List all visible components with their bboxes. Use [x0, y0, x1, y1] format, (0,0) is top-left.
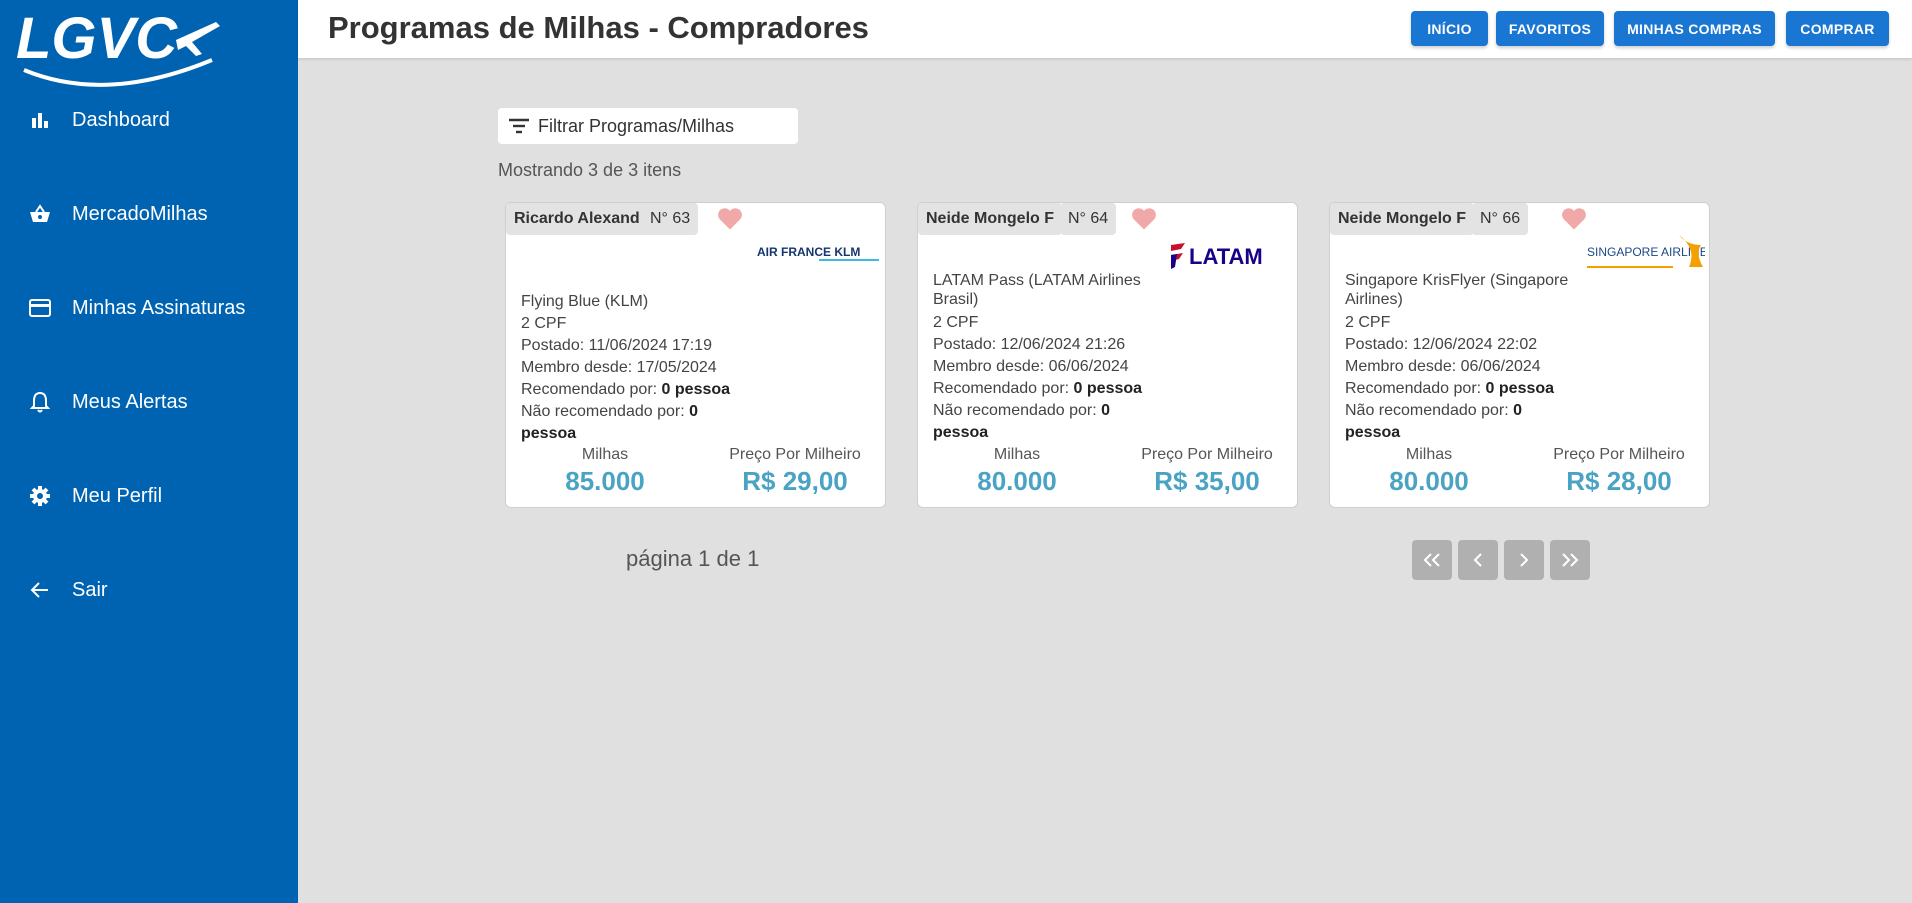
recommended-row: Recomendado por: 0 pessoa: [521, 381, 731, 398]
program-name: LATAM Pass (LATAM Airlines Brasil): [933, 272, 1141, 308]
page-indicator: página 1 de 1: [626, 546, 760, 571]
recommended-row: Recomendado por: 0 pessoa: [933, 380, 1143, 397]
prev-page-button[interactable]: [1458, 540, 1498, 580]
cpf-count: 2 CPF: [1345, 314, 1391, 331]
logo-text: SINGAPORE AIRLINES: [1587, 245, 1705, 259]
recommended-row: Recomendado por: 0 pessoa: [1345, 380, 1555, 397]
prev-page-icon: [1473, 553, 1482, 567]
sidebar: LGVC Dashboard MercadoMilhas Minhas Assi…: [0, 0, 298, 903]
sidebar-item-label: Dashboard: [72, 108, 170, 131]
next-page-icon: [1520, 553, 1529, 567]
seller-name: Neide Mongelo F: [1330, 203, 1474, 235]
page-title: Programas de Milhas - Compradores: [328, 10, 869, 45]
air-france-klm-logo: AIR FRANCE KLM: [757, 245, 879, 261]
not-recommended-row: Não recomendado por: 0 pessoa: [933, 402, 1111, 441]
inicio-button[interactable]: INÍCIO: [1411, 11, 1488, 46]
latam-logo: LATAM: [1171, 243, 1263, 269]
cpf-count: 2 CPF: [933, 314, 979, 331]
posted-date: Postado: 11/06/2024 17:19: [521, 337, 712, 354]
comprar-button[interactable]: COMPRAR: [1786, 11, 1889, 46]
minhas-compras-button[interactable]: MINHAS COMPRAS: [1614, 11, 1775, 46]
member-since: Membro desde: 06/06/2024: [933, 358, 1129, 375]
offer-details: LATAM Pass (LATAM Airlines Brasil) 2 CPF…: [933, 271, 1163, 444]
filter-label: Filtrar Programas/Milhas: [538, 115, 735, 136]
recommended-count: 0 pessoa: [661, 381, 731, 398]
first-page-button[interactable]: [1412, 540, 1452, 580]
price-value: R$ 35,00: [1154, 466, 1260, 496]
seller-name: Ricardo Alexand: [506, 203, 648, 235]
credit-card-icon: [28, 296, 52, 320]
first-page-icon: [1423, 553, 1440, 567]
price-value: R$ 29,00: [742, 466, 848, 496]
filter-button[interactable]: Filtrar Programas/Milhas: [498, 108, 798, 144]
next-page-button[interactable]: [1504, 540, 1544, 580]
recommended-count: 0 pessoa: [1073, 380, 1143, 397]
member-since: Membro desde: 06/06/2024: [1345, 358, 1541, 375]
miles-value: 80.000: [1389, 466, 1469, 496]
logo-text: LATAM: [1189, 244, 1263, 269]
offer-number: N° 64: [1060, 203, 1117, 235]
singapore-airlines-logo: SINGAPORE AIRLINES: [1587, 235, 1705, 268]
sidebar-item-label: Meus Alertas: [72, 390, 188, 413]
logo-text: AIR FRANCE KLM: [757, 245, 860, 259]
cpf-count: 2 CPF: [521, 315, 567, 332]
sidebar-item-sair[interactable]: Sair: [0, 562, 298, 618]
top-bar: Programas de Milhas - Compradores INÍCIO…: [298, 0, 1912, 58]
price-label: Preço Por Milheiro: [1141, 446, 1273, 463]
program-name: Flying Blue (KLM): [521, 293, 649, 310]
sidebar-item-label: MercadoMilhas: [72, 202, 208, 225]
price-label: Preço Por Milheiro: [1553, 446, 1685, 463]
results-count: Mostrando 3 de 3 itens: [498, 160, 682, 180]
offer-number: N° 66: [1472, 203, 1529, 235]
gear-icon: [28, 484, 52, 508]
miles-value: 80.000: [977, 466, 1057, 496]
offer-card[interactable]: Neide Mongelo F N° 66 SINGAPORE AIRLINES…: [1329, 202, 1710, 508]
posted-date: Postado: 12/06/2024 21:26: [933, 336, 1126, 353]
arrow-left-icon: [28, 578, 52, 602]
sidebar-item-meus-alertas[interactable]: Meus Alertas: [0, 374, 298, 430]
sidebar-item-label: Meu Perfil: [72, 484, 163, 507]
favoritos-button[interactable]: FAVORITOS: [1496, 11, 1604, 46]
not-recommended-row: Não recomendado por: 0 pessoa: [521, 403, 699, 442]
recommended-count: 0 pessoa: [1485, 380, 1555, 397]
miles-label: Milhas: [993, 446, 1041, 463]
sidebar-item-mercadomilhas[interactable]: MercadoMilhas: [0, 186, 298, 242]
offer-details: Singapore KrisFlyer (Singapore Airlines)…: [1345, 271, 1575, 444]
sidebar-item-meu-perfil[interactable]: Meu Perfil: [0, 468, 298, 524]
sidebar-item-minhas-assinaturas[interactable]: Minhas Assinaturas: [0, 280, 298, 336]
last-page-icon: [1562, 553, 1579, 567]
favorite-heart-icon[interactable]: [716, 205, 744, 233]
offer-number: N° 63: [642, 203, 699, 235]
offer-card[interactable]: Neide Mongelo F N° 64 LATAM LATAM Pass (…: [917, 202, 1298, 508]
sidebar-item-dashboard[interactable]: Dashboard: [0, 92, 298, 148]
not-recommended-row: Não recomendado por: 0 pessoa: [1345, 402, 1523, 441]
lgvc-logo[interactable]: LGVC: [16, 4, 221, 92]
bell-icon: [28, 390, 52, 414]
offer-details: Flying Blue (KLM) 2 CPF Postado: 11/06/2…: [521, 291, 751, 445]
sidebar-item-label: Sair: [72, 578, 108, 601]
logo-text: LGVC: [16, 6, 178, 71]
program-name: Singapore KrisFlyer (Singapore Airlines): [1345, 272, 1569, 308]
sidebar-item-label: Minhas Assinaturas: [72, 296, 246, 319]
basket-icon: [28, 202, 52, 226]
favorite-heart-icon[interactable]: [1130, 205, 1158, 233]
posted-date: Postado: 12/06/2024 22:02: [1345, 336, 1538, 353]
miles-label: Milhas: [1405, 446, 1453, 463]
offer-card[interactable]: Ricardo Alexand N° 63 AIR FRANCE KLM Fly…: [505, 202, 886, 508]
filter-icon: [509, 118, 529, 134]
price-value: R$ 28,00: [1566, 466, 1672, 496]
miles-value: 85.000: [565, 466, 645, 496]
miles-label: Milhas: [581, 446, 629, 463]
seller-name: Neide Mongelo F: [918, 203, 1062, 235]
last-page-button[interactable]: [1550, 540, 1590, 580]
member-since: Membro desde: 17/05/2024: [521, 359, 717, 376]
bar-chart-icon: [28, 108, 52, 132]
favorite-heart-icon[interactable]: [1560, 205, 1588, 233]
price-label: Preço Por Milheiro: [729, 446, 861, 463]
